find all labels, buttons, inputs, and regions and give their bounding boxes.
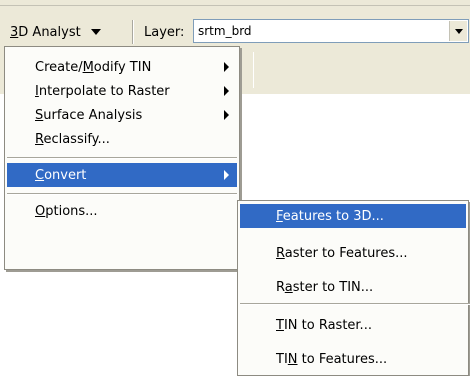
triangle-right-icon	[224, 170, 229, 180]
layer-select-value: srtm_brd	[198, 24, 252, 38]
menu-item-tin-to-features[interactable]: TIN to Features...	[240, 347, 466, 371]
menu-item-tin-to-raster[interactable]: TIN to Raster...	[240, 313, 466, 337]
3d-analyst-label: 3D Analyst	[10, 24, 81, 40]
chevron-down-icon	[454, 28, 463, 34]
menu-item-options[interactable]: Options...	[7, 199, 237, 223]
menu-item-raster-to-features[interactable]: Raster to Features...	[240, 241, 466, 265]
chevron-down-icon	[90, 29, 101, 35]
toolbar-separator	[132, 20, 134, 44]
layer-select[interactable]: srtm_brd	[193, 19, 469, 43]
menu-item-label: Create/Modify TIN	[35, 59, 152, 75]
toolbar-top-border	[0, 5, 470, 6]
menu-divider	[7, 193, 237, 195]
menu-item-label: Convert	[35, 167, 87, 183]
layer-select-dropdown-button[interactable]	[449, 21, 467, 41]
triangle-right-icon	[224, 110, 229, 120]
menu-divider	[240, 303, 470, 305]
menu-item-label: Features to 3D...	[276, 208, 384, 224]
triangle-right-icon	[224, 62, 229, 72]
menu-item-label: Options...	[35, 203, 98, 219]
menu-item-label: Interpolate to Raster	[35, 83, 170, 99]
triangle-right-icon	[224, 86, 229, 96]
menu-item-interpolate-to-raster[interactable]: Interpolate to Raster	[7, 79, 237, 103]
menu-item-label: Reclassify...	[35, 131, 110, 147]
layer-label: Layer:	[144, 24, 185, 40]
menu-item-label: Raster to Features...	[276, 245, 408, 261]
menu-item-surface-analysis[interactable]: Surface Analysis	[7, 103, 237, 127]
menu-item-label: TIN to Features...	[276, 351, 388, 367]
menu-item-create-modify-tin[interactable]: Create/Modify TIN	[7, 55, 237, 79]
convert-submenu: Features to 3D... Raster to Features... …	[237, 200, 470, 376]
menu-item-label: Surface Analysis	[35, 107, 143, 123]
menu-item-features-to-3d[interactable]: Features to 3D...	[240, 204, 466, 228]
3d-analyst-dropdown-menu: Create/Modify TIN Interpolate to Raster …	[4, 46, 240, 270]
menu-item-label: TIN to Raster...	[276, 317, 372, 333]
3d-analyst-menu-button[interactable]: 3D Analyst	[3, 20, 108, 44]
menu-item-label: Raster to TIN...	[276, 279, 374, 295]
menu-item-reclassify[interactable]: Reclassify...	[7, 127, 237, 151]
menu-item-convert[interactable]: Convert	[7, 163, 237, 187]
menu-item-raster-to-tin[interactable]: Raster to TIN...	[240, 275, 466, 299]
menu-divider	[7, 157, 237, 159]
